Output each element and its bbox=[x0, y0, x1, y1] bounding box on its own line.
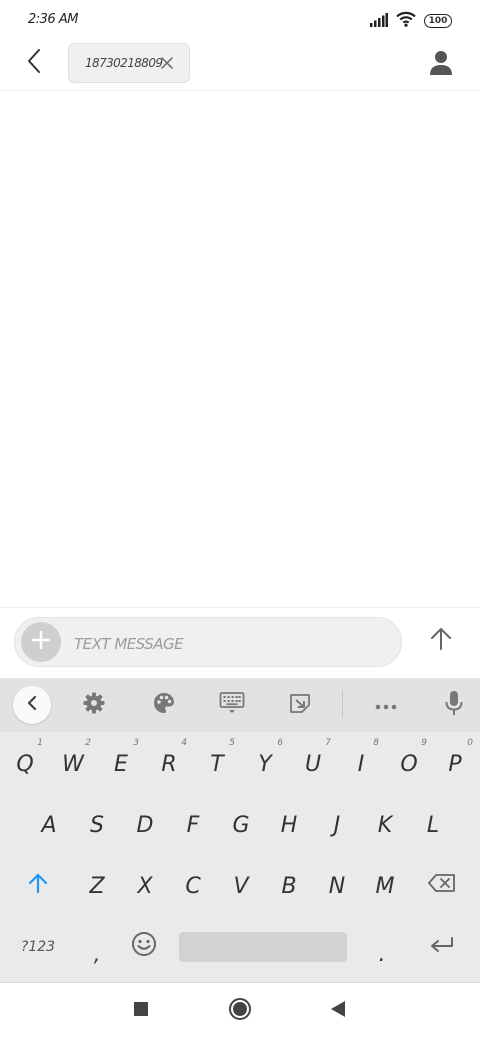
key-b[interactable]: B bbox=[265, 858, 313, 914]
key-x[interactable]: X bbox=[121, 858, 169, 914]
back-triangle-icon bbox=[330, 1000, 346, 1022]
send-arrow-icon bbox=[430, 627, 452, 655]
key-v[interactable]: V bbox=[217, 858, 265, 914]
status-icons: 100 bbox=[370, 11, 452, 31]
key-q[interactable]: Q1 bbox=[1, 736, 49, 792]
shift-key[interactable] bbox=[14, 858, 62, 914]
key-r[interactable]: R4 bbox=[145, 736, 193, 792]
recents-square-icon bbox=[133, 1001, 149, 1021]
space-key[interactable] bbox=[179, 932, 347, 962]
more-icon bbox=[374, 696, 398, 715]
backspace-icon bbox=[427, 873, 457, 899]
keyboard-layout-button[interactable] bbox=[212, 686, 252, 724]
symbols-key[interactable]: ?123 bbox=[13, 919, 63, 975]
wifi-icon bbox=[396, 11, 416, 31]
message-thread bbox=[0, 91, 480, 607]
key-i[interactable]: I8 bbox=[337, 736, 385, 792]
emoji-key[interactable] bbox=[120, 919, 168, 975]
back-arrow-icon bbox=[26, 48, 42, 78]
key-e[interactable]: E3 bbox=[97, 736, 145, 792]
signal-icon bbox=[370, 12, 388, 31]
key-k[interactable]: K bbox=[361, 797, 409, 853]
microphone-icon bbox=[444, 690, 464, 720]
key-c[interactable]: C bbox=[169, 858, 217, 914]
key-l[interactable]: L bbox=[409, 797, 457, 853]
key-n[interactable]: N bbox=[313, 858, 361, 914]
home-circle-icon bbox=[228, 997, 252, 1025]
message-input[interactable] bbox=[72, 628, 396, 660]
key-h[interactable]: H bbox=[265, 797, 313, 853]
keyboard-icon bbox=[219, 691, 245, 719]
key-f[interactable]: F bbox=[169, 797, 217, 853]
key-z[interactable]: Z bbox=[73, 858, 121, 914]
key-s[interactable]: S bbox=[73, 797, 121, 853]
chevron-left-icon bbox=[26, 695, 38, 715]
period-key[interactable]: . bbox=[358, 926, 406, 982]
enter-icon bbox=[429, 935, 455, 960]
nav-back-button[interactable] bbox=[318, 996, 358, 1026]
key-y[interactable]: Y6 bbox=[241, 736, 289, 792]
recipient-number: 18730218809 bbox=[85, 56, 163, 70]
key-w[interactable]: W2 bbox=[49, 736, 97, 792]
home-button[interactable] bbox=[220, 996, 260, 1026]
key-t[interactable]: T5 bbox=[193, 736, 241, 792]
keyboard-resize-button[interactable] bbox=[280, 686, 320, 724]
keyboard-theme-button[interactable] bbox=[144, 686, 184, 724]
keyboard-more-button[interactable] bbox=[366, 686, 406, 724]
recents-button[interactable] bbox=[121, 996, 161, 1026]
send-button[interactable] bbox=[420, 620, 462, 662]
contact-button[interactable] bbox=[426, 48, 456, 78]
enter-key[interactable] bbox=[418, 919, 466, 975]
keyboard-settings-button[interactable] bbox=[74, 686, 114, 724]
key-m[interactable]: M bbox=[361, 858, 409, 914]
gear-icon bbox=[82, 691, 106, 719]
status-time: 2:36 AM bbox=[28, 12, 78, 27]
key-a[interactable]: A bbox=[25, 797, 73, 853]
voice-input-button[interactable] bbox=[434, 686, 474, 724]
key-j[interactable]: J bbox=[313, 797, 361, 853]
key-u[interactable]: U7 bbox=[289, 736, 337, 792]
key-o[interactable]: O9 bbox=[385, 736, 433, 792]
plus-icon bbox=[31, 630, 51, 654]
backspace-key[interactable] bbox=[418, 858, 466, 914]
battery-icon: 100 bbox=[424, 14, 452, 28]
palette-icon bbox=[152, 691, 176, 719]
recipient-chip[interactable]: 18730218809 bbox=[68, 43, 190, 83]
compose-divider bbox=[0, 607, 480, 608]
shift-arrow-icon bbox=[27, 872, 49, 900]
emoji-icon bbox=[131, 931, 157, 963]
resize-icon bbox=[288, 691, 312, 719]
key-p[interactable]: P0 bbox=[431, 736, 479, 792]
contact-icon bbox=[426, 51, 456, 82]
back-button[interactable] bbox=[18, 46, 50, 80]
key-g[interactable]: G bbox=[217, 797, 265, 853]
key-d[interactable]: D bbox=[121, 797, 169, 853]
comma-key[interactable]: , bbox=[73, 926, 121, 982]
toolbar-divider bbox=[342, 690, 343, 718]
attach-button[interactable] bbox=[21, 622, 61, 662]
keyboard-collapse-button[interactable] bbox=[13, 686, 51, 724]
close-icon[interactable] bbox=[159, 55, 175, 71]
